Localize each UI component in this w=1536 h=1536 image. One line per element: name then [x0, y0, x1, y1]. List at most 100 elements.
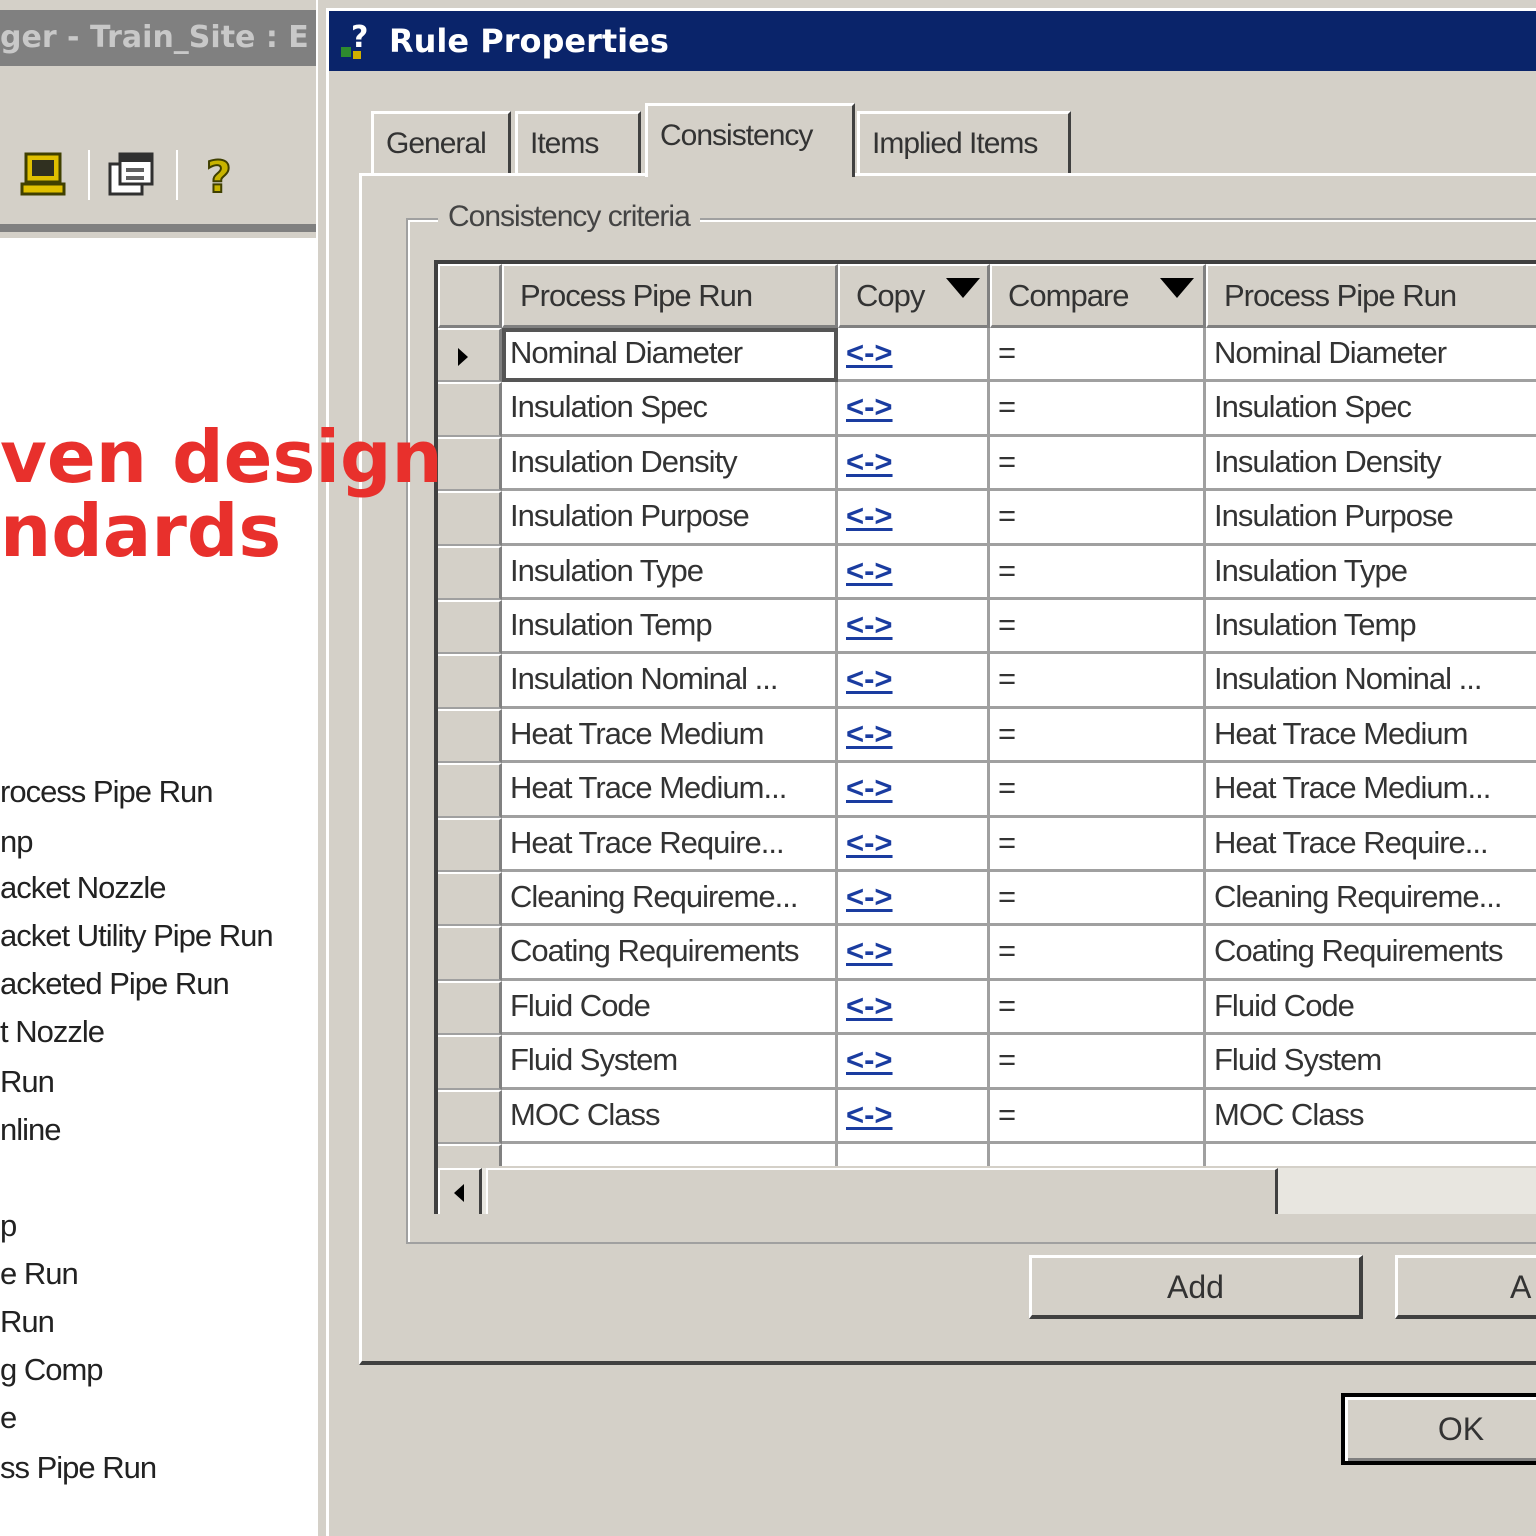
row-header[interactable] — [438, 872, 502, 927]
cell-right-property[interactable]: MOC Class — [1206, 1089, 1536, 1144]
cell-right-property[interactable]: Heat Trace Medium... — [1206, 763, 1536, 818]
cell-compare[interactable]: = — [990, 654, 1206, 709]
tab-consistency[interactable]: Consistency — [645, 103, 855, 177]
ok-button[interactable]: OK — [1341, 1393, 1536, 1465]
cell-compare[interactable]: = — [990, 872, 1206, 927]
cell-compare[interactable]: = — [990, 328, 1206, 383]
table-row[interactable]: Insulation Purpose <-> = Insulation Purp… — [438, 491, 1536, 546]
table-row[interactable]: Insulation Nominal ... <-> = Insulation … — [438, 654, 1536, 709]
cell-left-property[interactable]: Insulation Spec — [502, 382, 838, 437]
table-row[interactable]: Heat Trace Medium <-> = Heat Trace Mediu… — [438, 708, 1536, 764]
help-icon[interactable]: ? — [196, 150, 246, 200]
properties-icon[interactable] — [106, 150, 156, 200]
row-header[interactable] — [438, 382, 502, 437]
row-header[interactable] — [438, 654, 502, 709]
cell-copy[interactable]: <-> — [838, 600, 990, 655]
row-header[interactable] — [438, 328, 502, 383]
cell-compare[interactable]: = — [990, 817, 1206, 872]
cell-right-property[interactable]: Coating Requirements — [1206, 926, 1536, 981]
table-row[interactable]: Insulation Temp <-> = Insulation Temp — [438, 600, 1536, 655]
column-header-compare[interactable]: Compare — [990, 264, 1206, 328]
table-row[interactable]: Fluid Code <-> = Fluid Code — [438, 980, 1536, 1036]
cell-right-property[interactable]: Insulation Spec — [1206, 382, 1536, 437]
tree-item[interactable]: acket Utility Pipe Run — [0, 918, 274, 954]
tree-item[interactable]: np — [0, 824, 33, 860]
column-header-right[interactable]: Process Pipe Run — [1206, 264, 1536, 328]
cell-copy[interactable]: <-> — [838, 654, 990, 709]
consistency-grid[interactable]: Process Pipe Run Copy Compare Process Pi… — [434, 260, 1536, 1214]
cell-compare[interactable]: = — [990, 382, 1206, 437]
cell-compare[interactable]: = — [990, 1089, 1206, 1144]
cell-compare[interactable] — [990, 1144, 1206, 1166]
cell-left-property[interactable]: Insulation Type — [502, 545, 838, 600]
horizontal-scrollbar[interactable] — [438, 1166, 1536, 1214]
cell-copy[interactable]: <-> — [838, 328, 990, 383]
cell-right-property[interactable]: Fluid System — [1206, 1035, 1536, 1090]
row-header[interactable] — [438, 545, 502, 600]
cell-copy[interactable]: <-> — [838, 817, 990, 872]
tree-item[interactable]: e — [0, 1400, 17, 1436]
tab-general[interactable]: General — [371, 111, 511, 175]
cell-compare[interactable]: = — [990, 600, 1206, 655]
second-add-button[interactable]: A — [1395, 1255, 1536, 1319]
cell-right-property[interactable]: Insulation Nominal ... — [1206, 654, 1536, 709]
cell-right-property[interactable]: Heat Trace Medium — [1206, 708, 1536, 764]
cell-left-property[interactable]: Nominal Diameter — [502, 328, 838, 383]
tree-item[interactable]: acket Nozzle — [0, 870, 166, 906]
table-row[interactable]: MOC Class <-> = MOC Class — [438, 1089, 1536, 1144]
table-row[interactable]: Insulation Spec <-> = Insulation Spec — [438, 382, 1536, 437]
row-header[interactable] — [438, 436, 502, 492]
cell-copy[interactable]: <-> — [838, 980, 990, 1036]
cell-left-property[interactable]: Coating Requirements — [502, 926, 838, 981]
row-header[interactable] — [438, 491, 502, 546]
cell-left-property[interactable]: Insulation Nominal ... — [502, 654, 838, 709]
cell-compare[interactable]: = — [990, 1035, 1206, 1090]
table-row[interactable]: Insulation Type <-> = Insulation Type — [438, 545, 1536, 600]
cell-copy[interactable]: <-> — [838, 763, 990, 818]
cell-copy[interactable]: <-> — [838, 872, 990, 927]
cell-compare[interactable]: = — [990, 491, 1206, 546]
left-window-title[interactable]: ger - Train_Site : E — [0, 10, 320, 66]
add-button[interactable]: Add — [1029, 1255, 1363, 1319]
tree-item[interactable]: rocess Pipe Run — [0, 774, 213, 810]
cell-copy[interactable]: <-> — [838, 926, 990, 981]
row-header[interactable] — [438, 817, 502, 872]
column-header-left[interactable]: Process Pipe Run — [502, 264, 838, 328]
cell-compare[interactable]: = — [990, 708, 1206, 764]
tree-item[interactable]: ss Pipe Run — [0, 1450, 157, 1486]
cell-compare[interactable]: = — [990, 545, 1206, 600]
cell-left-property[interactable]: MOC Class — [502, 1089, 838, 1144]
cell-right-property[interactable]: Cleaning Requireme... — [1206, 872, 1536, 927]
tree-item[interactable]: e Run — [0, 1256, 79, 1292]
cell-copy[interactable]: <-> — [838, 1089, 990, 1144]
cell-left-property[interactable]: Insulation Density — [502, 436, 838, 492]
cell-copy[interactable]: <-> — [838, 708, 990, 764]
cell-right-property[interactable]: Nominal Diameter — [1206, 328, 1536, 383]
row-header[interactable] — [438, 763, 502, 818]
row-header[interactable] — [438, 980, 502, 1036]
cell-left-property[interactable]: Heat Trace Medium... — [502, 763, 838, 818]
tree-item[interactable]: t Nozzle — [0, 1014, 105, 1050]
row-header[interactable] — [438, 708, 502, 764]
column-header-copy[interactable]: Copy — [838, 264, 990, 328]
cell-left-property[interactable]: Fluid Code — [502, 980, 838, 1036]
cell-compare[interactable]: = — [990, 436, 1206, 492]
tree-item[interactable]: Run — [0, 1304, 55, 1340]
cell-left-property[interactable]: Insulation Purpose — [502, 491, 838, 546]
cell-right-property[interactable]: Fluid Code — [1206, 980, 1536, 1036]
cell-copy[interactable]: <-> — [838, 436, 990, 492]
cell-copy[interactable]: <-> — [838, 1035, 990, 1090]
tree-item[interactable]: Run — [0, 1064, 55, 1100]
cell-right-property[interactable]: Insulation Temp — [1206, 600, 1536, 655]
cell-right-property[interactable]: Heat Trace Require... — [1206, 817, 1536, 872]
dropdown-arrow-icon[interactable] — [946, 278, 980, 298]
tab-items[interactable]: Items — [515, 111, 641, 175]
tree-item[interactable]: nline — [0, 1112, 61, 1148]
table-row[interactable]: Insulation Density <-> = Insulation Dens… — [438, 436, 1536, 492]
table-row[interactable]: Heat Trace Require... <-> = Heat Trace R… — [438, 817, 1536, 872]
cell-left-property[interactable]: Heat Trace Medium — [502, 708, 838, 764]
cell-copy[interactable] — [838, 1144, 990, 1166]
cell-right-property[interactable] — [1206, 1144, 1536, 1166]
cell-compare[interactable]: = — [990, 980, 1206, 1036]
row-header[interactable] — [438, 1144, 502, 1166]
